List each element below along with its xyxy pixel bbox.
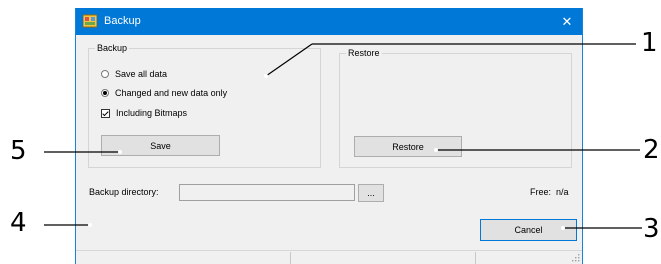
callout-dot-1 bbox=[264, 74, 268, 78]
callout-number-4: 4 bbox=[10, 208, 27, 238]
callout-dot-4 bbox=[88, 223, 92, 227]
callout-number-5: 5 bbox=[10, 136, 27, 166]
callout-number-3: 3 bbox=[643, 214, 660, 244]
callout-number-2: 2 bbox=[643, 135, 660, 165]
callout-dot-5 bbox=[118, 150, 122, 154]
callout-lines bbox=[44, 43, 642, 230]
callout-line-1 bbox=[265, 43, 313, 77]
callout-number-1: 1 bbox=[641, 28, 658, 58]
callout-dot-2 bbox=[434, 148, 438, 152]
callout-dot-3 bbox=[561, 226, 565, 230]
